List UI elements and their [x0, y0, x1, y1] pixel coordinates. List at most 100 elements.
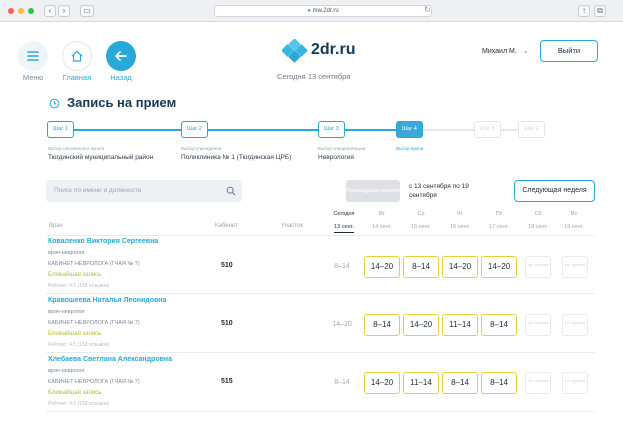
- page-title: Запись на прием: [67, 95, 177, 110]
- sidebar-icon[interactable]: ▭: [80, 5, 94, 17]
- home-label[interactable]: Главная: [56, 73, 98, 82]
- search-field[interactable]: Поиск по имени и должности: [46, 180, 242, 202]
- time-slot[interactable]: 8–14: [364, 314, 400, 336]
- step-connector: [501, 129, 518, 131]
- step-connector: [74, 129, 181, 131]
- row-divider: [46, 411, 595, 412]
- no-appointment-slot: нет приема: [562, 314, 588, 336]
- day-date: 16 сент.: [450, 224, 470, 230]
- search-icon[interactable]: [226, 186, 236, 196]
- step-3-value: Неврология: [318, 154, 354, 161]
- cabinet-number: 510: [221, 262, 233, 269]
- step-3[interactable]: Шаг 3: [318, 121, 345, 138]
- next-week-button[interactable]: Следующая неделя: [514, 180, 595, 202]
- menu-label[interactable]: Меню: [16, 73, 50, 82]
- address-bar[interactable]: ● mw.2dr.ru: [214, 5, 432, 17]
- share-icon[interactable]: ↑: [578, 5, 590, 17]
- no-appointment-slot: нет приема: [525, 314, 551, 336]
- row-divider: [46, 352, 595, 353]
- user-menu[interactable]: Михаил М. ⌄: [482, 47, 529, 55]
- back-button[interactable]: [106, 41, 136, 71]
- day-date-today: 13 сент.: [334, 224, 354, 230]
- prev-week-button: Предыдущая неделя: [346, 180, 400, 202]
- time-slot[interactable]: 8–14: [481, 314, 517, 336]
- time-slot[interactable]: 14–20: [403, 314, 439, 336]
- no-appointment-slot: нет приема: [562, 256, 588, 278]
- home-button[interactable]: [62, 41, 92, 71]
- time-slot[interactable]: 11–14: [403, 372, 439, 394]
- day-name: Вс: [570, 211, 578, 217]
- time-slot[interactable]: 14–20: [364, 256, 400, 278]
- nearest-appointment[interactable]: Ближайшая запись: [48, 331, 101, 337]
- user-name: Михаил М.: [482, 48, 517, 55]
- week-range: с 13 сентября по 19 сентября: [409, 183, 469, 199]
- step-2-value: Поликлиника № 1 (Тюгдинская ЦРБ): [181, 154, 292, 161]
- doctor-name[interactable]: Коваленко Виктория Сергеевна: [48, 238, 158, 245]
- chevron-down-icon: ⌄: [522, 48, 529, 55]
- today-slot: 8–14: [334, 263, 350, 270]
- menu-icon: [27, 51, 39, 61]
- step-4-caption: Выбор врача: [396, 146, 424, 151]
- search-placeholder: Поиск по имени и должности: [54, 187, 142, 194]
- clock-icon: [49, 98, 60, 109]
- step-1[interactable]: Шаг 1: [47, 121, 74, 138]
- today-slot: 8–14: [334, 379, 350, 386]
- reload-icon[interactable]: ↻: [424, 5, 431, 14]
- time-slot[interactable]: 14–20: [442, 256, 478, 278]
- header-divider: [46, 235, 595, 236]
- doctor-name[interactable]: Хлебаева Светлана Александровна: [48, 356, 172, 363]
- time-slot[interactable]: 8–14: [481, 372, 517, 394]
- day-name: Ср: [417, 211, 425, 217]
- day-date: 14 сент.: [372, 224, 392, 230]
- step-6: Шаг 6: [518, 121, 545, 138]
- minimize-window-icon[interactable]: [18, 8, 24, 14]
- col-doctor: Врач: [49, 223, 63, 229]
- time-slot[interactable]: 8–14: [442, 372, 478, 394]
- nearest-appointment[interactable]: Ближайшая запись: [48, 390, 101, 396]
- logo-icon[interactable]: [282, 39, 308, 63]
- menu-button[interactable]: [18, 41, 48, 71]
- time-slot[interactable]: 14–20: [364, 372, 400, 394]
- browser-forward-icon[interactable]: ›: [58, 5, 70, 17]
- doctor-role: врач-невролог: [48, 250, 85, 256]
- logout-button[interactable]: Выйти: [540, 40, 598, 62]
- close-window-icon[interactable]: [8, 8, 14, 14]
- day-date: 19 сент.: [564, 224, 584, 230]
- step-connector: [423, 129, 474, 131]
- nearest-appointment[interactable]: Ближайшая запись: [48, 272, 101, 278]
- cabinet-number: 515: [221, 378, 233, 385]
- today-date: Сегодня 13 сентября: [277, 72, 351, 81]
- day-name-today: Сегодня: [333, 211, 355, 217]
- day-date: 15 сент.: [411, 224, 431, 230]
- today-underline: [334, 232, 354, 233]
- today-slot: 14–20: [332, 321, 352, 328]
- doctor-name[interactable]: Кравошеева Наталья Леонидовна: [48, 297, 166, 304]
- time-slot[interactable]: 11–14: [442, 314, 478, 336]
- lock-icon: ●: [307, 8, 311, 14]
- doctor-room: КАБИНЕТ НЕВРОЛОГА (ГЧАЯ № 7): [48, 379, 140, 385]
- address-text: mw.2dr.ru: [312, 8, 339, 14]
- back-label[interactable]: Назад: [102, 73, 140, 82]
- maximize-window-icon[interactable]: [28, 8, 34, 14]
- tabs-icon[interactable]: ⧉: [594, 5, 606, 17]
- step-1-caption: Выбор населенного пункта: [48, 146, 105, 151]
- logo-text[interactable]: 2dr.ru: [311, 41, 355, 59]
- no-appointment-slot: нет приема: [525, 372, 551, 394]
- time-slot[interactable]: 14–20: [481, 256, 517, 278]
- doctor-role: врач-невролог: [48, 309, 85, 315]
- time-slot[interactable]: 8–14: [403, 256, 439, 278]
- step-2[interactable]: Шаг 2: [181, 121, 208, 138]
- step-2-caption: Выбор учреждения: [181, 146, 222, 151]
- home-icon: [71, 50, 83, 62]
- doctor-room: КАБИНЕТ НЕВРОЛОГА (ГЧАЯ № 7): [48, 320, 140, 326]
- day-name: Чт: [456, 211, 464, 217]
- doctor-role: врач-невролог: [48, 368, 85, 374]
- day-date: 17 сент.: [489, 224, 509, 230]
- step-3-caption: Выбор специализации: [318, 146, 366, 151]
- browser-back-icon[interactable]: ‹: [44, 5, 56, 17]
- col-cabinet: Кабинет: [215, 223, 238, 229]
- step-connector: [345, 129, 396, 131]
- step-5: Шаг 5: [474, 121, 501, 138]
- step-4[interactable]: Шаг 4: [396, 121, 423, 138]
- doctor-room: КАБИНЕТ НЕВРОЛОГА (ГЧАЯ № 7): [48, 261, 140, 267]
